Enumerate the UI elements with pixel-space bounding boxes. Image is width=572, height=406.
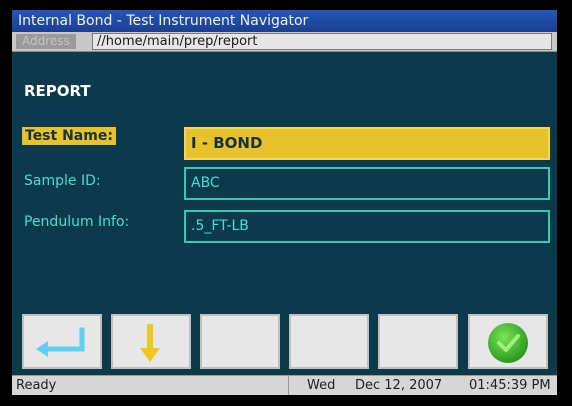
status-bar: Ready Wed Dec 12, 2007 01:45:39 PM (12, 375, 557, 395)
down-button[interactable] (111, 314, 191, 369)
enter-button[interactable] (22, 314, 102, 369)
test-name-field[interactable]: I - BOND (184, 127, 550, 160)
address-bar: Address //home/main/prep/report (12, 32, 557, 52)
page-heading: REPORT (24, 82, 91, 100)
ok-button[interactable] (468, 314, 548, 369)
test-name-label: Test Name: (22, 127, 116, 145)
app-screen: Internal Bond - Test Instrument Navigato… (12, 10, 557, 395)
status-date: Dec 12, 2007 (355, 378, 443, 393)
check-circle-icon (488, 323, 528, 363)
window-title: Internal Bond - Test Instrument Navigato… (18, 13, 309, 29)
blank-button-1[interactable] (200, 314, 280, 369)
sample-id-field[interactable]: ABC (184, 167, 550, 200)
pendulum-info-label: Pendulum Info: (24, 214, 130, 230)
pendulum-info-field[interactable]: .5_FT-LB (184, 210, 550, 243)
blank-button-3[interactable] (378, 314, 458, 369)
status-clock: Wed Dec 12, 2007 01:45:39 PM (288, 376, 557, 395)
status-day: Wed (307, 378, 336, 393)
blank-button-2[interactable] (289, 314, 369, 369)
status-text: Ready (16, 378, 57, 393)
address-input[interactable]: //home/main/prep/report (92, 33, 552, 50)
sample-id-label: Sample ID: (24, 173, 101, 189)
enter-arrow-icon (36, 327, 85, 357)
title-bar: Internal Bond - Test Instrument Navigato… (12, 10, 557, 32)
status-time: 01:45:39 PM (469, 378, 551, 393)
down-arrow-icon (140, 324, 160, 362)
address-label: Address (16, 34, 76, 49)
